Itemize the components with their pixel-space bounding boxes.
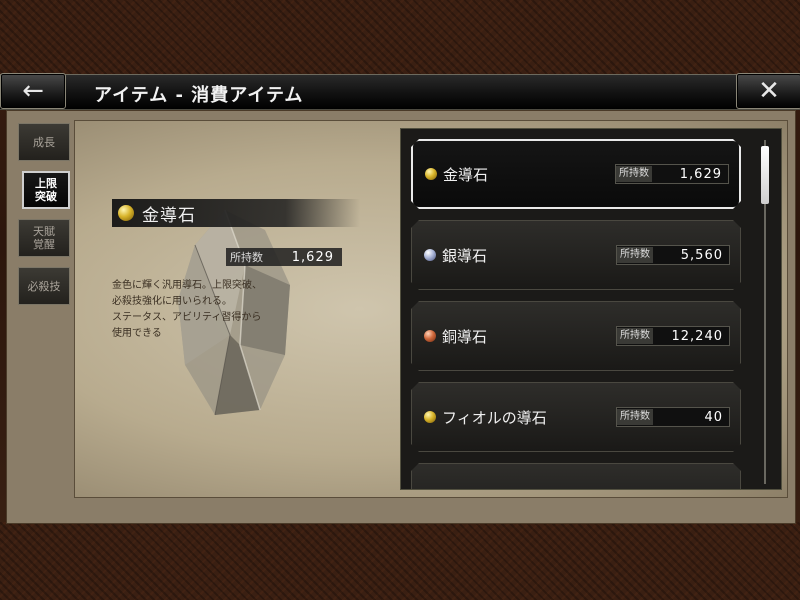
tab-limit-break[interactable]: 上限 突破 xyxy=(22,171,70,209)
silver-stone-icon xyxy=(424,249,436,261)
description-line: 金色に輝く汎用導石。上限突破、 xyxy=(112,280,262,291)
tab-label: 上限 突破 xyxy=(35,177,57,203)
list-item-copper-stone[interactable]: 銅導石 所持数 12,240 xyxy=(411,301,741,371)
list-item-gold-stone[interactable]: 金導石 所持数 1,629 xyxy=(411,139,741,209)
tab-label: 天賦 覚醒 xyxy=(33,225,55,251)
arrow-left-icon: ← xyxy=(22,76,44,106)
detail-name-bar: 金導石 xyxy=(112,199,360,227)
item-name: 銅導石 xyxy=(442,327,488,346)
count-label: 所持数 xyxy=(617,409,653,425)
list-item-fiol-stone[interactable]: フィオルの導石 所持数 40 xyxy=(411,382,741,452)
page-title: アイテム - 消費アイテム xyxy=(94,85,304,106)
description-line: ステータス、アビリティ習得から xyxy=(112,312,262,323)
description-line: 使用できる xyxy=(112,328,162,339)
count-value: 1,629 xyxy=(679,166,722,182)
count-value: 12,240 xyxy=(671,328,723,344)
description-line: 必殺技強化に用いられる。 xyxy=(112,296,232,307)
list-item-silver-stone[interactable]: 銀導石 所持数 5,560 xyxy=(411,220,741,290)
back-button[interactable]: ← xyxy=(0,73,66,109)
gold-stone-icon xyxy=(424,411,436,423)
tab-label: 必殺技 xyxy=(27,279,61,293)
tab-growth[interactable]: 成長 xyxy=(18,123,70,161)
scroll-thumb[interactable] xyxy=(761,146,769,204)
tab-talent-awakening[interactable]: 天賦 覚醒 xyxy=(18,219,70,257)
item-name: フィオルの導石 xyxy=(442,408,547,427)
tab-special-move[interactable]: 必殺技 xyxy=(18,267,70,305)
count-label: 所持数 xyxy=(230,251,263,264)
item-name: 金導石 xyxy=(443,165,489,184)
gold-stone-icon xyxy=(425,168,437,180)
item-name: 銀導石 xyxy=(442,246,488,265)
count-value: 1,629 xyxy=(291,249,334,265)
count-box: 所持数 5,560 xyxy=(616,245,730,265)
gold-stone-icon xyxy=(118,205,134,221)
count-box: 所持数 12,240 xyxy=(616,326,730,346)
list-item-partial[interactable] xyxy=(411,463,741,490)
count-value: 5,560 xyxy=(680,247,723,263)
detail-count-box: 所持数 1,629 xyxy=(226,248,342,266)
count-label: 所持数 xyxy=(617,247,653,263)
background-bottom xyxy=(0,522,800,600)
tab-label: 成長 xyxy=(33,135,55,149)
count-box: 所持数 40 xyxy=(616,407,730,427)
count-label: 所持数 xyxy=(616,166,652,182)
close-icon: ✕ xyxy=(758,76,780,106)
background-top xyxy=(0,0,800,80)
close-button[interactable]: ✕ xyxy=(736,73,800,109)
count-label: 所持数 xyxy=(617,328,653,344)
item-list[interactable]: 金導石 所持数 1,629 銀導石 所持数 5,560 銅導石 所持数 12,2… xyxy=(400,128,782,490)
item-description: 金色に輝く汎用導石。上限突破、 必殺技強化に用いられる。 ステータス、アビリティ… xyxy=(112,278,322,342)
count-value: 40 xyxy=(704,409,723,425)
header-bar: ← アイテム - 消費アイテム ✕ xyxy=(0,73,800,110)
detail-item-name: 金導石 xyxy=(142,205,196,226)
list-scrollbar[interactable] xyxy=(761,140,769,484)
copper-stone-icon xyxy=(424,330,436,342)
count-box: 所持数 1,629 xyxy=(615,164,729,184)
